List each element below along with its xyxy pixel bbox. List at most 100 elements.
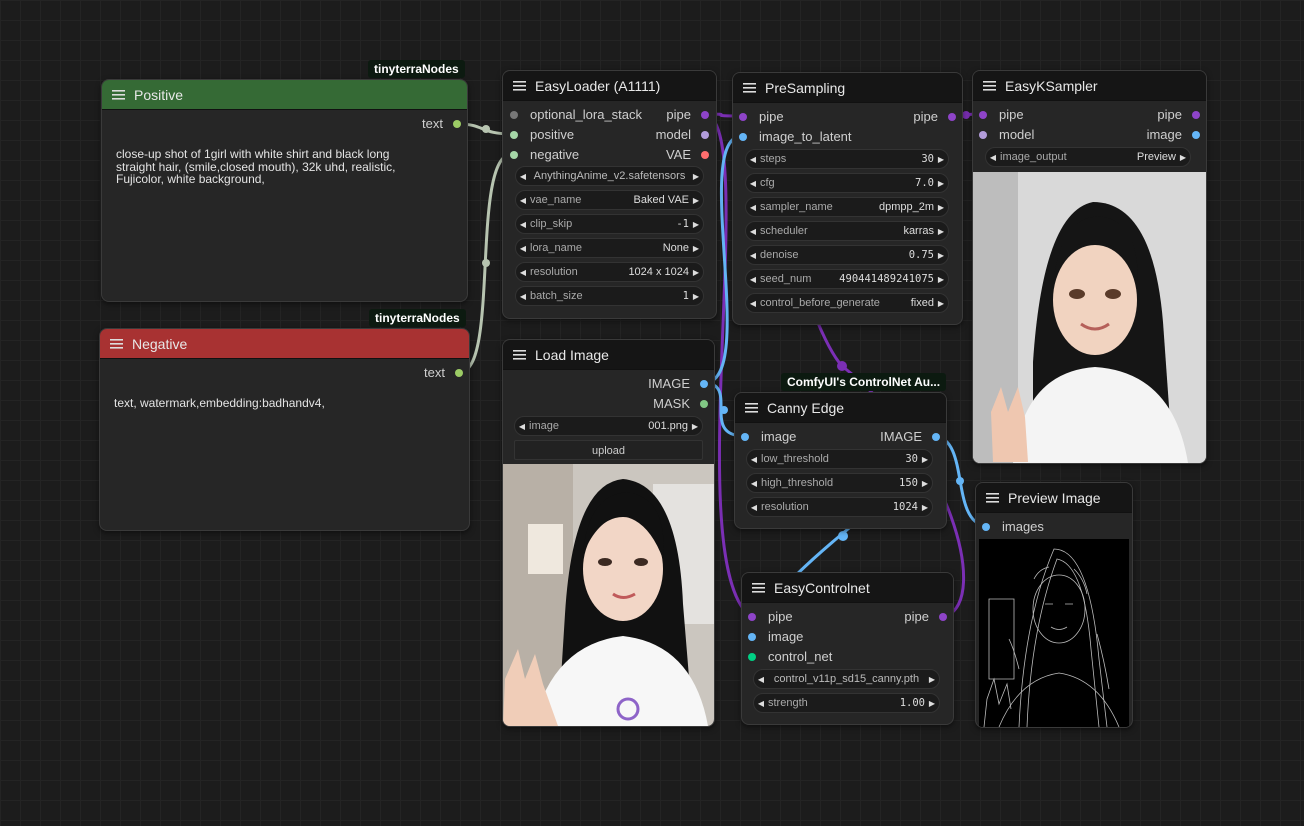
slot-dot[interactable] bbox=[939, 613, 947, 621]
widget-control-before-generate[interactable]: ◀ control_before_generate fixed ▶ bbox=[745, 293, 949, 313]
slot-dot[interactable] bbox=[741, 433, 749, 441]
menu-icon[interactable] bbox=[986, 492, 999, 503]
arrow-right-icon[interactable]: ▶ bbox=[925, 699, 939, 708]
widget-lora-name[interactable]: ◀ lora_name None ▶ bbox=[515, 238, 704, 258]
menu-icon[interactable] bbox=[752, 582, 765, 593]
menu-icon[interactable] bbox=[112, 89, 125, 100]
menu-icon[interactable] bbox=[513, 349, 526, 360]
arrow-right-icon[interactable]: ▶ bbox=[689, 196, 703, 205]
arrow-left-icon[interactable]: ◀ bbox=[747, 455, 761, 464]
input-pipe[interactable]: pipe bbox=[979, 105, 1024, 125]
arrow-right-icon[interactable]: ▶ bbox=[689, 172, 703, 181]
widget-denoise[interactable]: ◀ denoise 0.75 ▶ bbox=[745, 245, 949, 265]
arrow-right-icon[interactable]: ▶ bbox=[934, 275, 948, 284]
slot-dot[interactable] bbox=[948, 113, 956, 121]
arrow-left-icon[interactable]: ◀ bbox=[746, 179, 760, 188]
arrow-left-icon[interactable]: ◀ bbox=[986, 153, 1000, 162]
arrow-right-icon[interactable]: ▶ bbox=[1176, 153, 1190, 162]
negative-header[interactable]: Negative bbox=[100, 329, 469, 359]
slot-dot[interactable] bbox=[739, 133, 747, 141]
arrow-left-icon[interactable]: ◀ bbox=[516, 172, 530, 181]
canny-header[interactable]: Canny Edge bbox=[735, 393, 946, 423]
widget-control-net-name[interactable]: ◀ control_v11p_sd15_canny.pth ▶ bbox=[753, 669, 940, 689]
widget-image-output[interactable]: ◀ image_output Preview ▶ bbox=[985, 147, 1191, 167]
input-optional-lora-stack[interactable]: optional_lora_stack bbox=[510, 105, 642, 125]
input-negative[interactable]: negative bbox=[510, 145, 579, 165]
output-model[interactable]: model bbox=[656, 125, 709, 145]
slot-dot[interactable] bbox=[453, 120, 461, 128]
output-vae[interactable]: VAE bbox=[666, 145, 709, 165]
menu-icon[interactable] bbox=[745, 402, 758, 413]
easyloader-header[interactable]: EasyLoader (A1111) bbox=[503, 71, 716, 101]
arrow-left-icon[interactable]: ◀ bbox=[746, 251, 760, 260]
input-control-net[interactable]: control_net bbox=[748, 647, 832, 667]
negative-node[interactable]: Negative text text, watermark,embedding:… bbox=[99, 328, 470, 531]
slot-dot[interactable] bbox=[979, 111, 987, 119]
slot-dot[interactable] bbox=[700, 400, 708, 408]
output-text[interactable]: text bbox=[424, 363, 463, 383]
input-image-to-latent[interactable]: image_to_latent bbox=[739, 127, 852, 147]
arrow-left-icon[interactable]: ◀ bbox=[747, 503, 761, 512]
widget-steps[interactable]: ◀ steps 30 ▶ bbox=[745, 149, 949, 169]
arrow-right-icon[interactable]: ▶ bbox=[934, 179, 948, 188]
presampling-header[interactable]: PreSampling bbox=[733, 73, 962, 103]
widget-batch-size[interactable]: ◀ batch_size 1 ▶ bbox=[515, 286, 704, 306]
controlnet-node[interactable]: EasyControlnet pipe image control_net pi… bbox=[741, 572, 954, 725]
positive-header[interactable]: Positive bbox=[102, 80, 467, 110]
positive-node[interactable]: Positive text close-up shot of 1girl wit… bbox=[101, 79, 468, 302]
arrow-right-icon[interactable]: ▶ bbox=[934, 299, 948, 308]
menu-icon[interactable] bbox=[110, 338, 123, 349]
output-image[interactable]: IMAGE bbox=[880, 427, 940, 447]
arrow-right-icon[interactable]: ▶ bbox=[918, 479, 932, 488]
arrow-left-icon[interactable]: ◀ bbox=[516, 196, 530, 205]
arrow-right-icon[interactable]: ▶ bbox=[689, 268, 703, 277]
arrow-left-icon[interactable]: ◀ bbox=[747, 479, 761, 488]
widget-resolution[interactable]: ◀ resolution 1024 x 1024 ▶ bbox=[515, 262, 704, 282]
arrow-right-icon[interactable]: ▶ bbox=[689, 244, 703, 253]
slot-dot[interactable] bbox=[932, 433, 940, 441]
widget-low-threshold[interactable]: ◀ low_threshold 30 ▶ bbox=[746, 449, 933, 469]
ksampler-node[interactable]: EasyKSampler pipe model pipe image ◀ imag… bbox=[972, 70, 1207, 464]
arrow-right-icon[interactable]: ▶ bbox=[925, 675, 939, 684]
slot-dot[interactable] bbox=[748, 633, 756, 641]
preview-header[interactable]: Preview Image bbox=[976, 483, 1132, 513]
canny-node[interactable]: Canny Edge image IMAGE ◀ low_threshold 30 ▶… bbox=[734, 392, 947, 529]
output-pipe[interactable]: pipe bbox=[666, 105, 709, 125]
slot-dot[interactable] bbox=[701, 111, 709, 119]
slot-dot[interactable] bbox=[748, 653, 756, 661]
widget-clip-skip[interactable]: ◀ clip_skip -1 ▶ bbox=[515, 214, 704, 234]
slot-dot[interactable] bbox=[739, 113, 747, 121]
widget-vae-name[interactable]: ◀ vae_name Baked VAE ▶ bbox=[515, 190, 704, 210]
arrow-left-icon[interactable]: ◀ bbox=[515, 422, 529, 431]
slot-dot[interactable] bbox=[510, 151, 518, 159]
input-positive[interactable]: positive bbox=[510, 125, 574, 145]
slot-dot[interactable] bbox=[510, 111, 518, 119]
output-pipe[interactable]: pipe bbox=[1157, 105, 1200, 125]
arrow-right-icon[interactable]: ▶ bbox=[689, 220, 703, 229]
prompt-textarea[interactable]: text, watermark,embedding:badhandv4, bbox=[114, 397, 454, 410]
arrow-left-icon[interactable]: ◀ bbox=[746, 227, 760, 236]
arrow-right-icon[interactable]: ▶ bbox=[918, 503, 932, 512]
menu-icon[interactable] bbox=[513, 80, 526, 91]
slot-dot[interactable] bbox=[455, 369, 463, 377]
arrow-left-icon[interactable]: ◀ bbox=[754, 675, 768, 684]
arrow-right-icon[interactable]: ▶ bbox=[934, 227, 948, 236]
widget-resolution[interactable]: ◀ resolution 1024 ▶ bbox=[746, 497, 933, 517]
widget-scheduler[interactable]: ◀ scheduler karras ▶ bbox=[745, 221, 949, 241]
arrow-left-icon[interactable]: ◀ bbox=[746, 155, 760, 164]
arrow-right-icon[interactable]: ▶ bbox=[688, 422, 702, 431]
widget-seed-num[interactable]: ◀ seed_num 490441489241075 ▶ bbox=[745, 269, 949, 289]
slot-dot[interactable] bbox=[982, 523, 990, 531]
input-image[interactable]: image bbox=[741, 427, 796, 447]
arrow-left-icon[interactable]: ◀ bbox=[746, 203, 760, 212]
slot-dot[interactable] bbox=[700, 380, 708, 388]
loadimage-node[interactable]: Load Image IMAGE MASK ◀ image 001.png ▶ upl… bbox=[502, 339, 715, 727]
arrow-left-icon[interactable]: ◀ bbox=[516, 268, 530, 277]
slot-dot[interactable] bbox=[701, 151, 709, 159]
output-pipe[interactable]: pipe bbox=[913, 107, 956, 127]
arrow-right-icon[interactable]: ▶ bbox=[934, 251, 948, 260]
controlnet-header[interactable]: EasyControlnet bbox=[742, 573, 953, 603]
arrow-left-icon[interactable]: ◀ bbox=[516, 244, 530, 253]
ksampler-header[interactable]: EasyKSampler bbox=[973, 71, 1206, 101]
arrow-left-icon[interactable]: ◀ bbox=[516, 220, 530, 229]
